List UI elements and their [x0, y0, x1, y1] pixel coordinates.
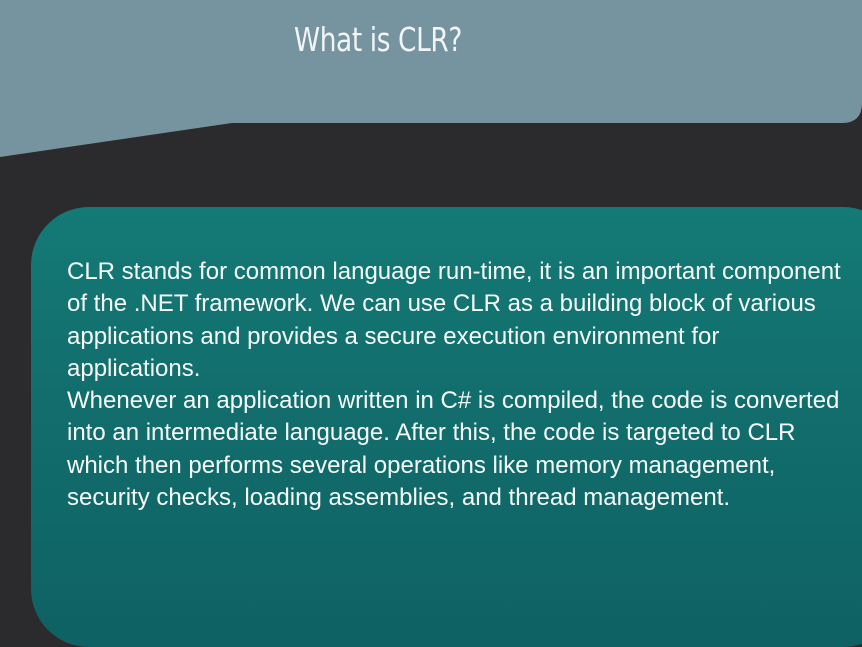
paragraph-2: Whenever an application written in C# is… [67, 387, 840, 512]
slide-title: What is CLR? [294, 20, 462, 59]
paragraph-1: CLR stands for common language run-time,… [67, 258, 841, 382]
body-text: CLR stands for common language run-time,… [67, 256, 847, 514]
